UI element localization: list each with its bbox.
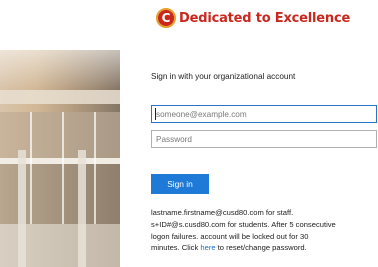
sign-in-heading: Sign in with your organizational account xyxy=(151,72,296,81)
help-line-4-end: to reset/change password. xyxy=(215,243,307,253)
help-line-4-start: minutes. Click xyxy=(151,243,201,253)
logo-letter: C xyxy=(161,11,171,25)
sign-in-page: C Dedicated to Excellence Sign in with y… xyxy=(0,0,378,267)
help-text: lastname.firstname@cusd80.com for staff.… xyxy=(151,207,377,254)
help-line-4: minutes. Click here to reset/change pass… xyxy=(151,242,377,254)
logo-emblem-icon: C xyxy=(156,8,176,28)
password-field[interactable] xyxy=(151,130,377,148)
help-line-2: s+ID#@s.cusd80.com for students. After 5… xyxy=(151,219,336,229)
illustration-image xyxy=(0,50,120,267)
help-line-1: lastname.firstname@cusd80.com for staff. xyxy=(151,208,294,217)
help-line-3: logon failures. account will be locked o… xyxy=(151,231,309,241)
brand-logo: C Dedicated to Excellence xyxy=(156,8,350,28)
logo-text: Dedicated to Excellence xyxy=(179,10,351,26)
sign-in-button[interactable]: Sign in xyxy=(151,174,209,194)
reset-password-link[interactable]: here xyxy=(200,243,215,252)
email-field[interactable] xyxy=(151,105,377,123)
text-cursor xyxy=(155,108,156,120)
